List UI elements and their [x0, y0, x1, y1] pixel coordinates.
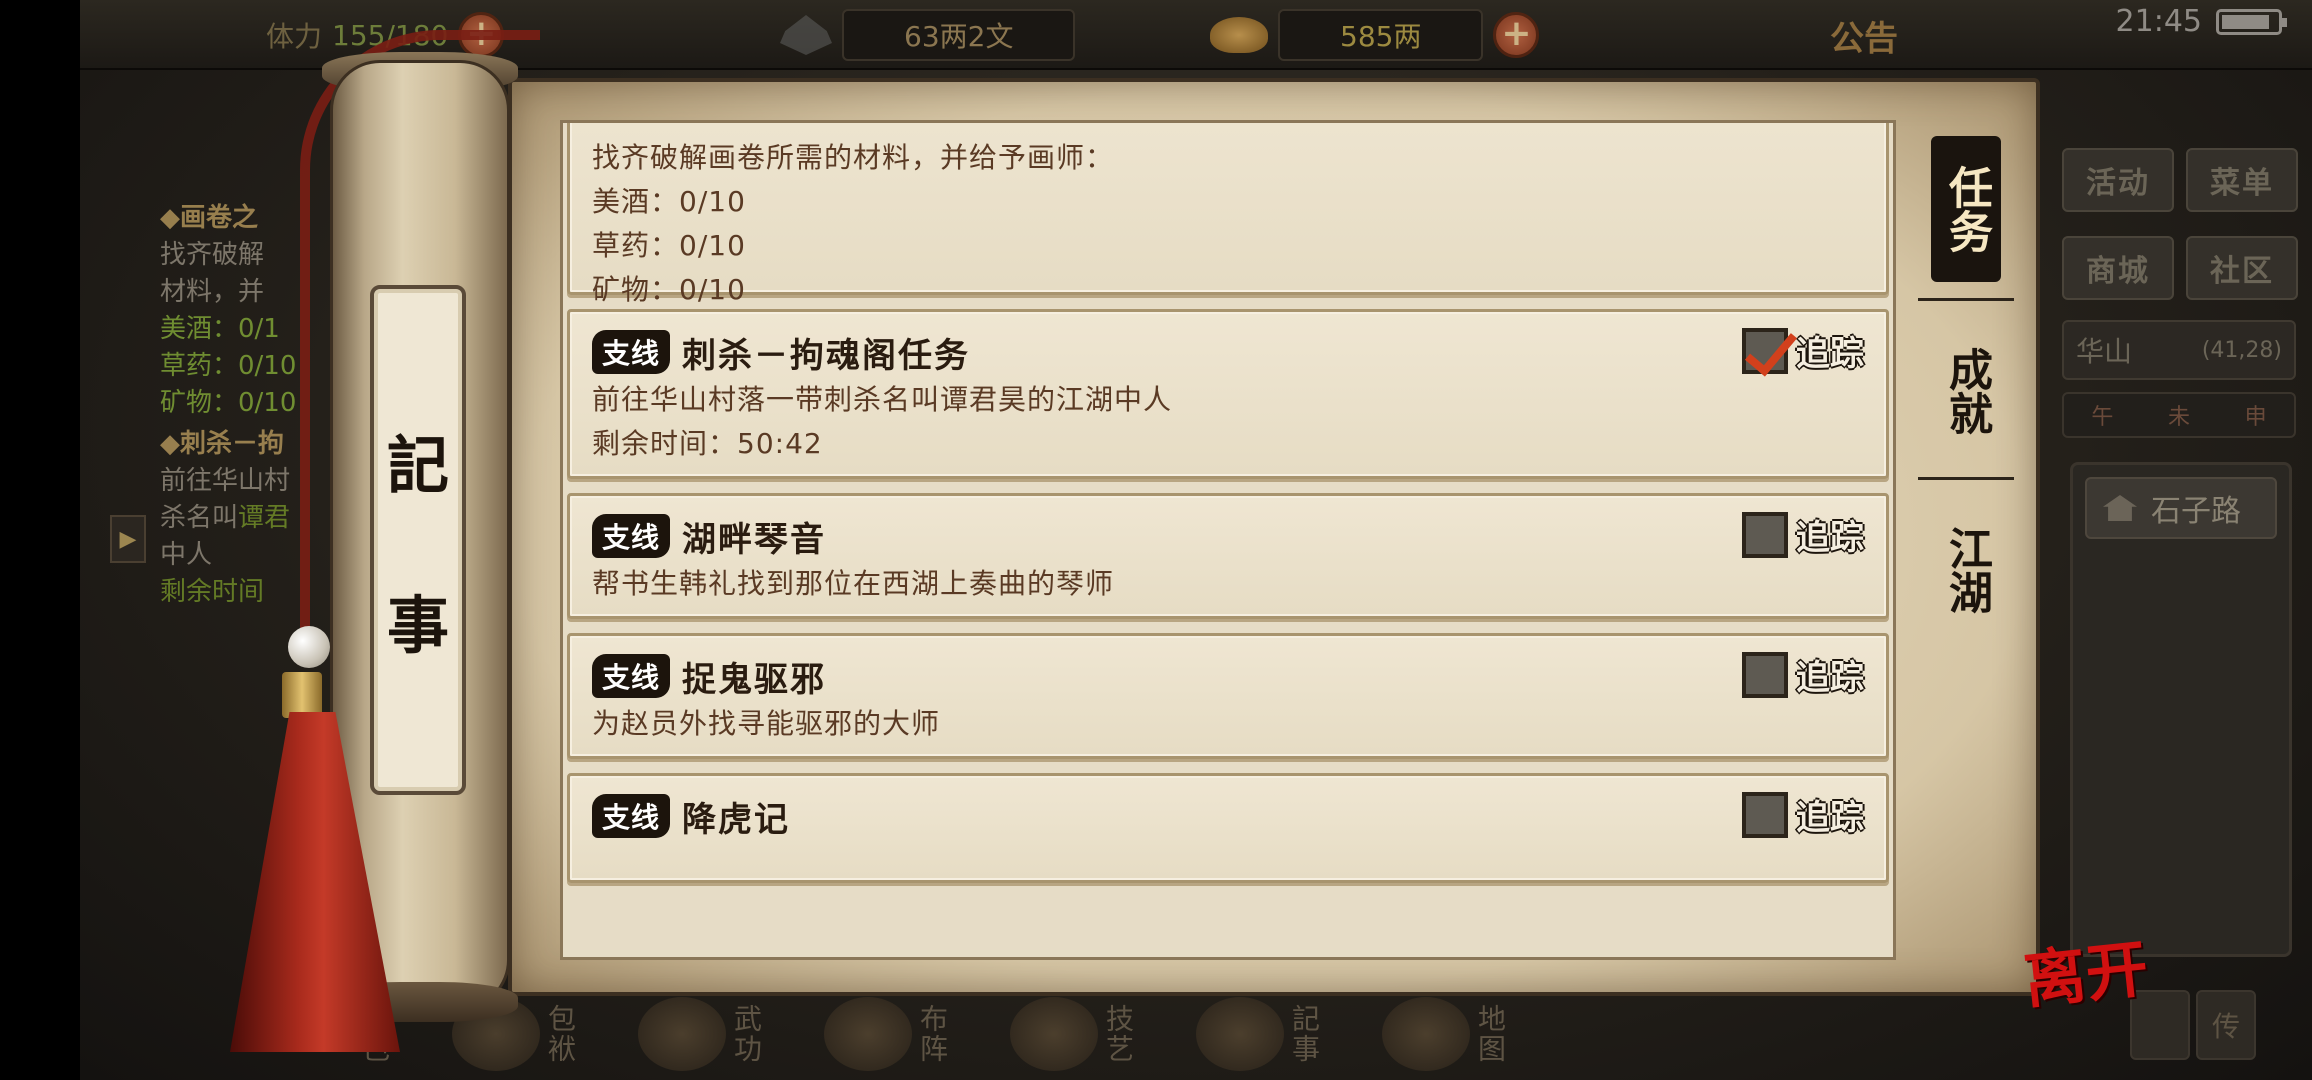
tab-achievement[interactable]: 成就: [1931, 321, 2001, 461]
copper-value: 63两2文: [842, 9, 1076, 61]
location-display: 华山 (41,28): [2062, 320, 2296, 380]
journal-title-char: 記: [386, 429, 449, 502]
track-checkbox-icon[interactable]: [1742, 791, 1788, 838]
nav-martial[interactable]: 武功: [638, 988, 763, 1080]
nav-label: 布阵: [916, 1004, 949, 1064]
quest-title: 降虎记: [682, 799, 791, 840]
track-toggle[interactable]: 追踪: [1742, 650, 1864, 699]
side-quest-badge: 支线: [592, 654, 671, 698]
journal-title-label: 記 事: [370, 285, 466, 795]
track-checkbox-icon[interactable]: [1742, 327, 1788, 374]
community-button[interactable]: 社区: [2186, 236, 2298, 300]
quest-material: 矿物：0/10: [592, 273, 746, 306]
quest-material: 草药：0/10: [592, 229, 746, 262]
tab-jianghu[interactable]: 江湖: [1931, 500, 2001, 640]
quest-desc: 找齐破解画卷所需的材料，并给予画师：: [592, 141, 1115, 174]
quest-time-remaining: 剩余时间：50:42: [592, 427, 823, 460]
quest-card[interactable]: 支线 降虎记 追踪: [567, 773, 1889, 883]
journal-tabs: 任务 成就 江湖: [1918, 136, 2014, 640]
quest-material: 美酒：0/10: [592, 185, 746, 218]
journal-title-char: 事: [386, 589, 449, 662]
track-checkbox-icon[interactable]: [1742, 511, 1788, 558]
location-name: 华山: [2076, 335, 2133, 368]
system-status: 21:45: [2115, 4, 2287, 39]
quest-card[interactable]: 支线 捉鬼驱邪 追踪 为赵员外找寻能驱邪的大师: [567, 633, 1889, 759]
nav-label: 記事: [1288, 1004, 1321, 1064]
stamina-label: 体力: [266, 20, 323, 53]
side-quest-badge: 支线: [592, 514, 671, 558]
map-icon: [1382, 997, 1470, 1071]
quest-title: 湖畔琴音: [682, 519, 827, 560]
nearby-list: 石子路: [2070, 462, 2292, 957]
notice-button[interactable]: 公告: [1830, 12, 1898, 59]
silver-ingot-icon: [1210, 17, 1268, 53]
track-toggle[interactable]: 追踪: [1742, 510, 1864, 559]
compass-mark: 申: [2244, 405, 2267, 430]
track-label: 追踪: [1796, 518, 1864, 558]
quest-desc: 为赵员外找寻能驱邪的大师: [592, 707, 941, 740]
quest-desc: 前往华山村落一带刺杀名叫谭君昊的江湖中人: [592, 383, 1173, 416]
tab-quest[interactable]: 任务: [1931, 136, 2001, 282]
quest-card[interactable]: 支线 刺杀－拘魂阁任务 追踪 前往华山村落一带刺杀名叫谭君昊的江湖中人 剩余时间…: [567, 309, 1889, 479]
quest-card[interactable]: 支线 湖畔琴音 追踪 帮书生韩礼找到那位在西湖上奏曲的琴师: [567, 493, 1889, 619]
add-silver-button[interactable]: +: [1493, 12, 1540, 58]
copper-display: 63两2文: [780, 9, 1076, 61]
quest-desc: 帮书生韩礼找到那位在西湖上奏曲的琴师: [592, 567, 1115, 600]
pot-icon: [1010, 997, 1098, 1071]
road-entry[interactable]: 石子路: [2085, 477, 2277, 539]
bottom-nav: 角色 包袱 武功 布阵 技艺 記事 地图: [358, 988, 1780, 1080]
battery-icon: [2216, 8, 2287, 35]
tab-divider: [1918, 298, 2014, 301]
track-label: 追踪: [1796, 658, 1864, 698]
track-label: 追踪: [1796, 798, 1864, 838]
silver-value: 585两: [1278, 9, 1484, 61]
scroll-icon: [1196, 997, 1284, 1071]
tab-divider: [1918, 477, 2014, 480]
nav-journal[interactable]: 記事: [1196, 988, 1321, 1080]
silver-display: 585两 +: [1210, 9, 1540, 61]
books-icon: [638, 997, 726, 1071]
copper-coin-icon: [780, 15, 832, 55]
bagua-icon: [824, 997, 912, 1071]
nav-label: 地图: [1474, 1004, 1507, 1064]
quest-list[interactable]: 找齐破解画卷所需的材料，并给予画师： 美酒：0/10 草药：0/10 矿物：0/…: [560, 120, 1896, 960]
quest-title: 刺杀－拘魂阁任务: [682, 335, 971, 376]
track-label: 追踪: [1796, 334, 1864, 374]
side-quest-badge: 支线: [592, 330, 671, 374]
clock-time: 21:45: [2115, 4, 2202, 39]
home-icon: [2103, 495, 2137, 521]
track-checkbox-icon[interactable]: [1742, 651, 1788, 698]
tassel-knot: [282, 672, 322, 718]
notice-label: 公告: [1830, 18, 1898, 59]
side-quest-badge: 支线: [592, 794, 671, 838]
time-compass: 午 未 申: [2062, 392, 2296, 438]
menu-button[interactable]: 菜单: [2186, 148, 2298, 212]
leave-button[interactable]: 离开: [2020, 932, 2151, 1018]
nav-label: 包袱: [544, 1004, 577, 1064]
location-coords: (41,28): [2201, 337, 2282, 363]
nav-map[interactable]: 地图: [1382, 988, 1507, 1080]
nav-skills[interactable]: 技艺: [1010, 988, 1135, 1080]
compass-mark: 未: [2167, 405, 2190, 430]
jade-bead-icon: [288, 626, 330, 668]
road-label: 石子路: [2151, 494, 2241, 529]
nav-formation[interactable]: 布阵: [824, 988, 949, 1080]
transfer-button[interactable]: 传: [2196, 990, 2256, 1060]
compass-mark: 午: [2091, 405, 2114, 430]
track-toggle[interactable]: 追踪: [1742, 326, 1864, 375]
expand-tracker-arrow-icon[interactable]: ▶: [110, 515, 146, 563]
quest-card[interactable]: 找齐破解画卷所需的材料，并给予画师： 美酒：0/10 草药：0/10 矿物：0/…: [567, 123, 1889, 306]
activity-button[interactable]: 活动: [2062, 148, 2174, 212]
nav-label: 武功: [730, 1004, 763, 1064]
tracker-quest2-line-a: 杀名叫: [160, 503, 239, 533]
tracker-quest2-target: 谭君: [238, 503, 291, 533]
quest-title: 捉鬼驱邪: [682, 659, 827, 700]
shop-button[interactable]: 商城: [2062, 236, 2174, 300]
track-toggle[interactable]: 追踪: [1742, 790, 1864, 839]
nav-label: 技艺: [1102, 1004, 1135, 1064]
